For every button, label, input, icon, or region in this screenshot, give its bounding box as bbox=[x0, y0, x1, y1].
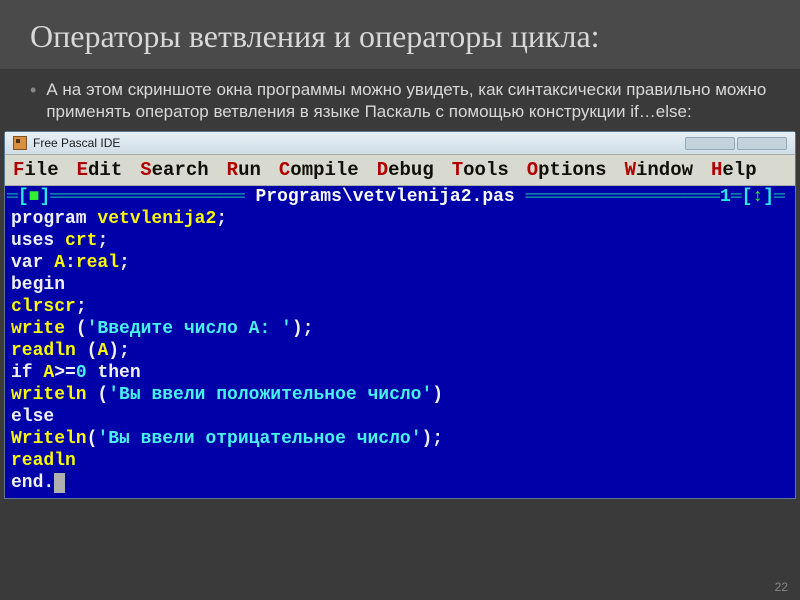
slide-title: Операторы ветвления и операторы цикла: bbox=[30, 18, 770, 55]
code-line[interactable]: else bbox=[11, 406, 789, 428]
window-titlebar[interactable]: Free Pascal IDE bbox=[5, 132, 795, 154]
bullet-icon: • bbox=[30, 79, 36, 101]
titlebar-controls bbox=[685, 137, 787, 150]
code-line[interactable]: writeln ('Вы ввели положительное число') bbox=[11, 384, 789, 406]
code-line[interactable]: write ('Введите число A: '); bbox=[11, 318, 789, 340]
menu-file[interactable]: File bbox=[13, 159, 59, 181]
menu-compile[interactable]: Compile bbox=[279, 159, 359, 181]
menu-edit[interactable]: Edit bbox=[77, 159, 123, 181]
code-area[interactable]: program vetvlenija2;uses crt;var A:real;… bbox=[5, 208, 795, 498]
menu-options[interactable]: Options bbox=[527, 159, 607, 181]
slide-text: А на этом скриншоте окна программы можно… bbox=[46, 79, 770, 123]
menu-window[interactable]: Window bbox=[625, 159, 693, 181]
menu-debug[interactable]: Debug bbox=[377, 159, 434, 181]
code-line[interactable]: readln (A); bbox=[11, 340, 789, 362]
slide-body: • А на этом скриншоте окна программы мож… bbox=[0, 69, 800, 131]
menubar: File Edit Search Run Compile Debug Tools Option… bbox=[5, 154, 795, 186]
code-line[interactable]: Writeln('Вы ввели отрицательное число'); bbox=[11, 428, 789, 450]
code-line[interactable]: if A>=0 then bbox=[11, 362, 789, 384]
code-line[interactable]: end. bbox=[11, 472, 789, 494]
code-line[interactable]: clrscr; bbox=[11, 296, 789, 318]
menu-run[interactable]: Run bbox=[227, 159, 261, 181]
code-line[interactable]: uses crt; bbox=[11, 230, 789, 252]
window-title: Free Pascal IDE bbox=[33, 136, 120, 150]
menu-tools[interactable]: Tools bbox=[452, 159, 509, 181]
code-line[interactable]: readln bbox=[11, 450, 789, 472]
ide-window: Free Pascal IDE File Edit Search Run Compile… bbox=[4, 131, 796, 499]
app-icon bbox=[13, 136, 27, 150]
code-line[interactable]: program vetvlenija2; bbox=[11, 208, 789, 230]
slide-header: Операторы ветвления и операторы цикла: bbox=[0, 0, 800, 69]
code-line[interactable]: begin bbox=[11, 274, 789, 296]
menu-search[interactable]: Search bbox=[140, 159, 208, 181]
editor-window: ═[■]══════════════════ Programs\vetvleni… bbox=[5, 186, 795, 498]
editor-frame-top: ═[■]══════════════════ Programs\vetvleni… bbox=[5, 186, 795, 208]
code-line[interactable]: var A:real; bbox=[11, 252, 789, 274]
menu-help[interactable]: Help bbox=[711, 159, 757, 181]
page-number: 22 bbox=[775, 580, 788, 594]
